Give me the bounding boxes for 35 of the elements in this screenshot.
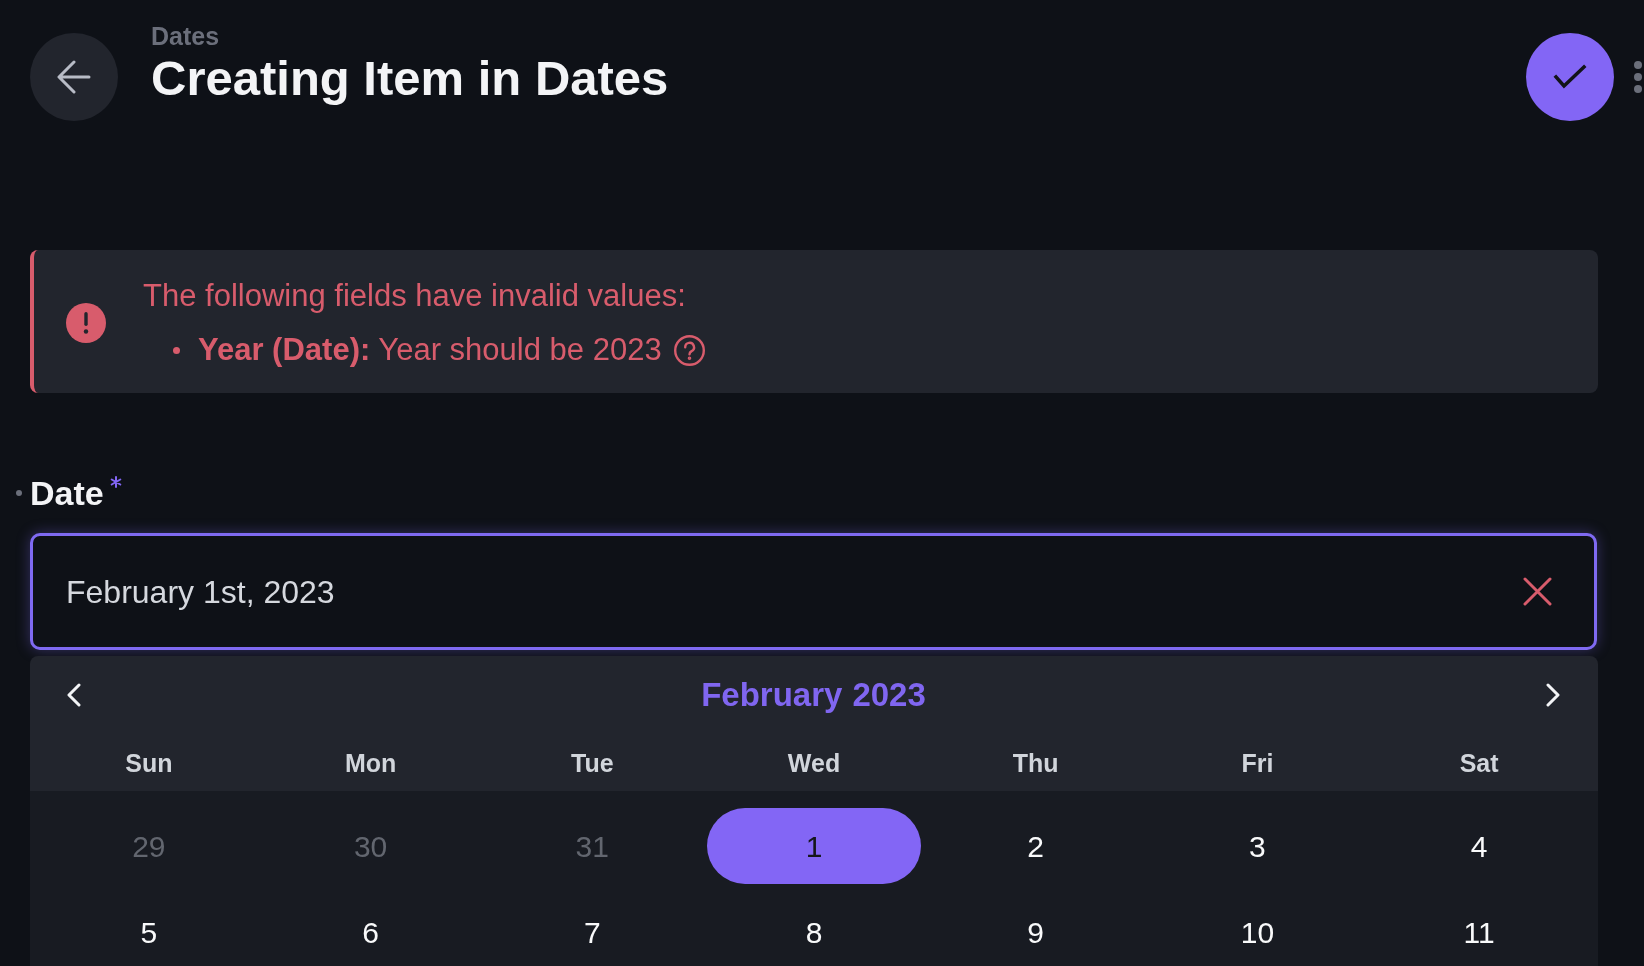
- help-icon[interactable]: [673, 334, 705, 366]
- calendar-day[interactable]: 4: [1372, 808, 1586, 884]
- calendar-day[interactable]: 11: [1372, 894, 1586, 966]
- calendar-day[interactable]: 8: [707, 894, 921, 966]
- weekday-label: Wed: [786, 748, 842, 778]
- back-arrow-icon: [57, 60, 91, 94]
- weekday-label: Sat: [1458, 748, 1500, 778]
- clear-icon[interactable]: [1523, 577, 1552, 606]
- alert-icon: [66, 303, 106, 343]
- checkmark-icon: [1553, 64, 1587, 90]
- error-item: Year (Date): Year should be 2023: [198, 331, 662, 369]
- calendar-day[interactable]: 1: [707, 808, 921, 884]
- calendar-day[interactable]: 6: [263, 894, 478, 966]
- date-field[interactable]: February 1st, 2023: [30, 533, 1597, 650]
- chevron-right-icon[interactable]: [1546, 683, 1561, 707]
- calendar-day[interactable]: 2: [928, 808, 1143, 884]
- weekday-label: Sun: [124, 748, 174, 778]
- breadcrumb[interactable]: Dates: [151, 22, 220, 50]
- calendar-day[interactable]: 5: [42, 894, 256, 966]
- year-button[interactable]: 2023: [852, 675, 926, 715]
- more-icon[interactable]: [1634, 61, 1642, 93]
- weekday-label: Tue: [570, 748, 615, 778]
- weekday-label: Mon: [343, 748, 398, 778]
- chevron-left-icon[interactable]: [66, 683, 81, 707]
- calendar-day[interactable]: 9: [928, 894, 1143, 966]
- calendar-day[interactable]: 10: [1150, 894, 1365, 966]
- weekday-label: Fri: [1240, 748, 1275, 778]
- calendar-day[interactable]: 3: [1150, 808, 1365, 884]
- bullet-icon: [173, 346, 180, 354]
- field-label: Date: [30, 473, 104, 513]
- calendar-day[interactable]: 7: [485, 894, 700, 966]
- page-title: Creating Item in Dates: [151, 50, 669, 106]
- error-message: The following fields have invalid values:: [143, 277, 687, 315]
- weekday-label: Thu: [1011, 748, 1060, 778]
- month-button[interactable]: February: [701, 675, 843, 715]
